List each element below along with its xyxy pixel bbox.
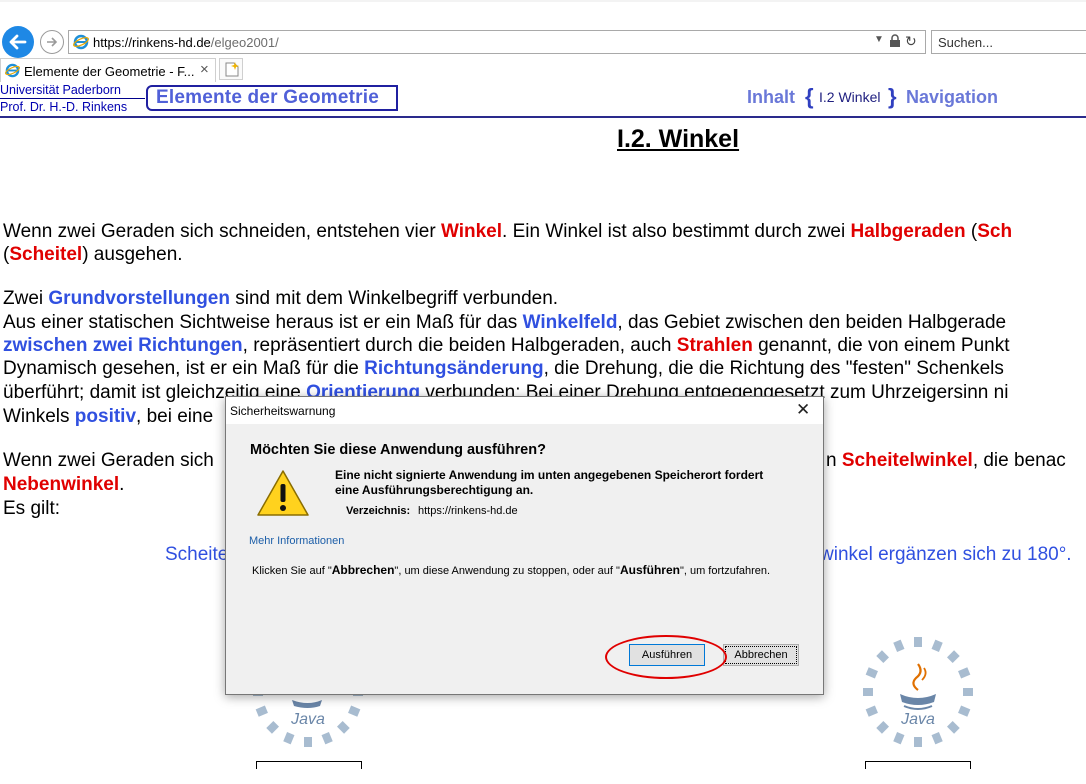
address-url: https://rinkens-hd.de/elgeo2001/: [93, 35, 279, 50]
term-zwischen-zwei-richtungen: zwischen zwei Richtungen: [3, 335, 243, 356]
forward-button[interactable]: [40, 30, 64, 54]
arrow-right-icon: [47, 37, 58, 47]
ring-segment: [958, 667, 971, 679]
java-label: Java: [290, 711, 325, 728]
formula-left: Scheite: [165, 544, 229, 565]
new-tab-icon: [225, 62, 239, 77]
tab-close-icon[interactable]: ×: [200, 61, 209, 78]
ring-segment: [255, 705, 268, 717]
text-line-2: (Scheitel) ausgehen.: [3, 244, 183, 265]
applet-frame-left: [256, 761, 362, 769]
refresh-icon[interactable]: ↻: [905, 33, 917, 50]
tab-title: Elemente der Geometrie - F...: [24, 64, 195, 79]
new-tab-button[interactable]: [219, 58, 243, 80]
address-bar[interactable]: https://rinkens-hd.de/elgeo2001/ ▼ ↻: [68, 30, 926, 54]
ring-segment: [893, 732, 905, 745]
java-loader-right: Java: [863, 637, 973, 747]
ring-segment: [914, 637, 922, 647]
text-line-3: Zwei Grundvorstellungen sind mit dem Win…: [3, 288, 559, 309]
text-es-gilt: Es gilt:: [3, 498, 61, 519]
page-title: I.2. Winkel: [617, 125, 740, 153]
term-positiv: positiv: [74, 406, 137, 427]
ring-segment: [348, 705, 361, 717]
term-richtungsaenderung: Richtungsänderung: [364, 358, 544, 379]
ring-segment: [321, 732, 333, 745]
term-strahlen: Strahlen: [676, 335, 753, 356]
ring-segment: [876, 720, 890, 734]
dialog-instructions: Klicken Sie auf "Abbrechen", um diese An…: [252, 563, 771, 577]
dialog-title: Sicherheitswarnung: [230, 404, 336, 418]
dialog-heading: Möchten Sie diese Anwendung ausführen?: [250, 442, 546, 458]
text-line-9b: n Scheitelwinkel, die benac: [826, 450, 1066, 471]
more-info-link[interactable]: Mehr Informationen: [249, 535, 344, 547]
ring-segment: [865, 667, 878, 679]
nav-current-section: I.2 Winkel: [819, 89, 881, 105]
back-button[interactable]: [2, 26, 34, 58]
ring-segment: [931, 732, 943, 745]
author-name: Prof. Dr. H.-D. Rinkens: [0, 100, 128, 114]
window-top-edge: [0, 0, 1086, 2]
term-winkelfeld: Winkelfeld: [522, 312, 618, 333]
header-rule: [0, 116, 1086, 118]
dialog-message-line-1: Eine nicht signierte Anwendung im unten …: [335, 468, 764, 482]
security-warning-dialog: Sicherheitswarnung ✕ Möchten Sie diese A…: [225, 396, 824, 695]
ring-segment: [876, 650, 890, 664]
text-line-5: zwischen zwei Richtungen, repräsentiert …: [3, 335, 1010, 356]
ring-segment: [863, 688, 873, 696]
term-halbgeraden: Halbgeraden: [850, 221, 966, 242]
term-grundvorstellungen: Grundvorstellungen: [48, 288, 230, 309]
ring-segment: [963, 688, 973, 696]
applet-frame-right: [865, 761, 971, 769]
dialog-close-icon[interactable]: ✕: [796, 400, 810, 420]
term-scheitelwinkel: Scheitelwinkel: [841, 450, 973, 471]
text-line-9a: Wenn zwei Geraden sich: [3, 450, 214, 471]
term-nebenwinkel: Nebenwinkel: [3, 474, 120, 495]
search-placeholder: Suchen...: [938, 35, 993, 50]
ring-segment: [946, 650, 960, 664]
term-scheitel: Scheitel: [9, 244, 83, 265]
dialog-message-line-2: eine Ausführungsberechtigung an.: [335, 483, 534, 497]
text-line-8: Winkels positiv, bei eine: [3, 406, 214, 427]
java-label: Java: [900, 711, 935, 728]
directory-value: https://rinkens-hd.de: [418, 505, 518, 517]
lock-icon[interactable]: [889, 34, 901, 48]
ring-segment: [283, 732, 295, 745]
text-line-4: Aus einer statischen Sichtweise heraus i…: [3, 312, 1007, 333]
warning-icon: [257, 470, 309, 516]
arrow-left-icon: [9, 34, 27, 50]
tab-elemente-der-geometrie[interactable]: Elemente der Geometrie - F... ×: [0, 58, 216, 82]
ring-segment: [946, 720, 960, 734]
ring-segment: [958, 705, 971, 717]
nav-link-inhalt[interactable]: Inhalt: [747, 87, 795, 108]
ring-segment: [914, 737, 922, 747]
formula-right: winkel ergänzen sich zu 180°.: [820, 544, 1072, 565]
ring-segment: [304, 737, 312, 747]
text-line-6: Dynamisch gesehen, ist er ein Maß für di…: [3, 358, 1004, 379]
nav-link-navigation[interactable]: Navigation: [906, 87, 998, 108]
search-input[interactable]: Suchen...: [931, 30, 1086, 54]
ring-segment: [266, 720, 280, 734]
ring-segment: [931, 639, 943, 652]
directory-label: Verzeichnis:: [346, 505, 411, 517]
text-line-1: Wenn zwei Geraden sich schneiden, entste…: [3, 221, 1013, 242]
university-name: Universität Paderborn: [0, 83, 121, 97]
ring-segment: [865, 705, 878, 717]
address-dropdown-icon[interactable]: ▼: [874, 34, 884, 45]
cancel-button[interactable]: Abbrechen: [723, 644, 799, 666]
ring-segment: [336, 720, 350, 734]
nav-brace-close: }: [888, 84, 897, 109]
tab-bar: Elemente der Geometrie - F... ×: [0, 58, 1086, 82]
ie-page-icon: [73, 34, 89, 50]
dialog-titlebar[interactable]: Sicherheitswarnung ✕: [226, 397, 823, 424]
text-line-10: Nebenwinkel.: [3, 474, 125, 495]
ie-tab-icon: [5, 63, 20, 78]
loading-ring-icon: [863, 637, 973, 747]
nav-brace-open: {: [805, 84, 814, 109]
logo-divider: [0, 98, 145, 99]
highlight-circle-annotation: [605, 635, 727, 679]
site-title[interactable]: Elemente der Geometrie: [156, 87, 379, 109]
term-winkel: Winkel: [440, 221, 503, 242]
ring-segment: [893, 639, 905, 652]
